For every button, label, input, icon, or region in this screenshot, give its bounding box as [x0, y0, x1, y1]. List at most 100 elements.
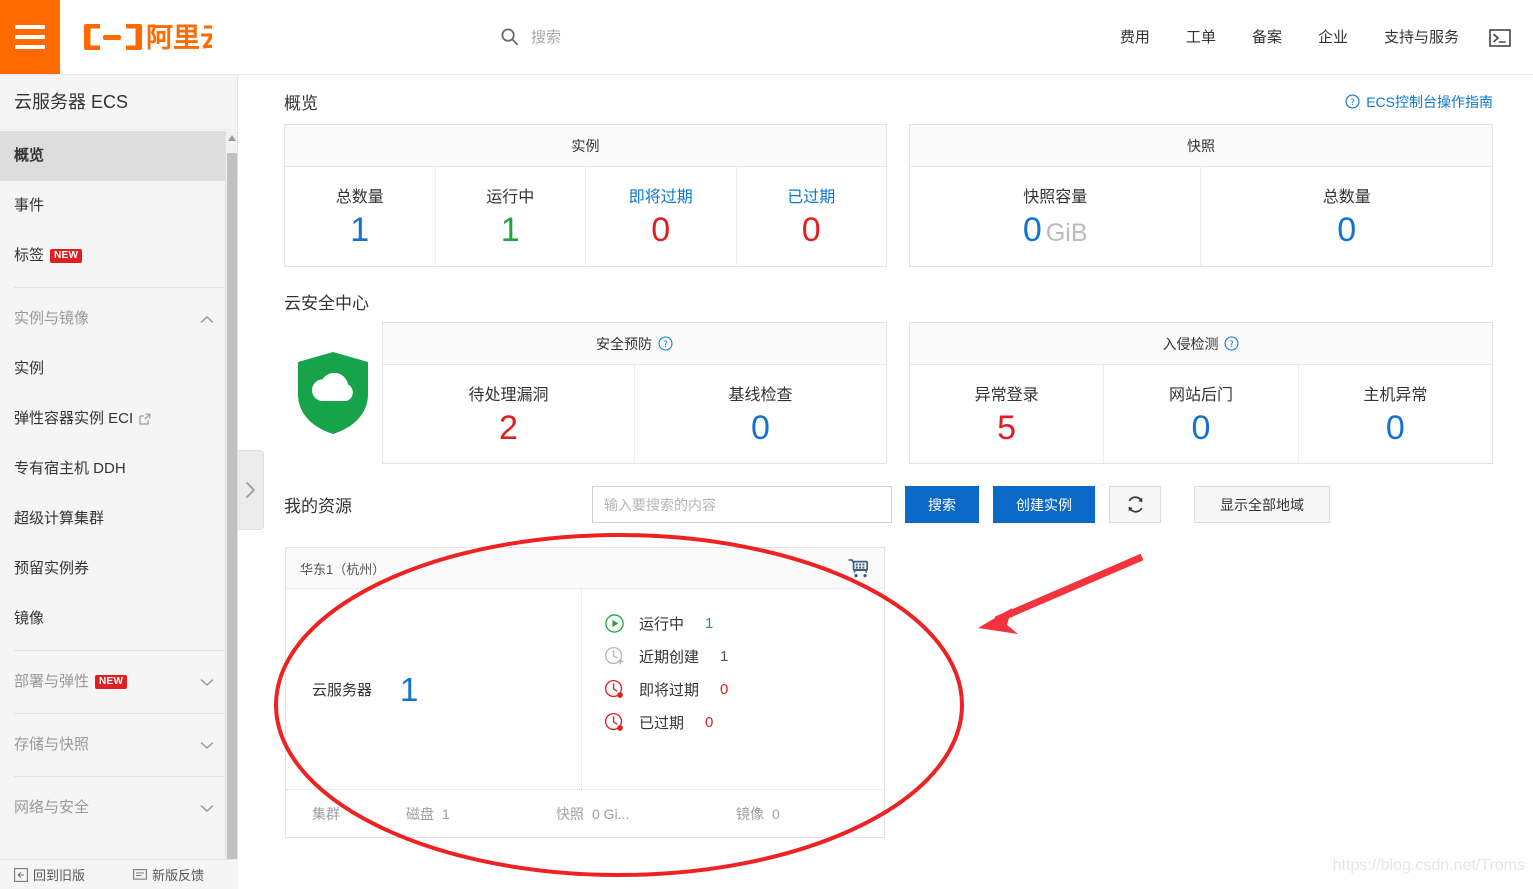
sidebar-item-label: 事件: [14, 197, 45, 214]
chevron-down-icon: [200, 741, 214, 749]
resource-search-input[interactable]: [592, 486, 892, 523]
status-line-expiring[interactable]: 即将过期 0: [604, 677, 884, 701]
sidebar-item-events[interactable]: 事件: [0, 181, 238, 231]
help-circle-icon[interactable]: ?: [658, 336, 673, 351]
shopping-cart-icon[interactable]: [848, 558, 870, 579]
sidebar-divider: [14, 287, 224, 288]
stat-label[interactable]: 即将过期: [586, 183, 736, 207]
sidebar-group-network-security[interactable]: 网络与安全: [0, 783, 238, 833]
sidebar-group-label: 存储与快照: [14, 736, 90, 753]
stat-value: 1: [350, 211, 370, 249]
hamburger-icon[interactable]: [0, 0, 60, 74]
nav-item-fees[interactable]: 费用: [1102, 0, 1168, 75]
card-caption: 入侵检测 ?: [909, 323, 1492, 365]
footer-label: 镜像: [736, 805, 764, 822]
sidebar-group-label: 部署与弹性: [14, 673, 90, 690]
stat-instance-total[interactable]: 总数量 1: [285, 167, 435, 265]
footer-value: 0 Gi...: [592, 805, 630, 822]
sidebar-item-label: 专有宿主机 DDH: [14, 460, 126, 477]
sidebar-item-label: 镜像: [14, 610, 45, 627]
footer-label: 磁盘: [406, 805, 434, 822]
stat-value-wrap: 0 GiB: [910, 213, 1201, 248]
status-label: 近期创建: [639, 648, 700, 666]
header-search[interactable]: 搜索: [500, 26, 561, 47]
stat-value: 0: [1337, 211, 1357, 249]
help-circle-icon[interactable]: ?: [1224, 336, 1239, 351]
security-center-title: 云安全中心: [284, 294, 369, 313]
sidebar-group-deploy-elasticity[interactable]: 部署与弹性 NEW: [0, 657, 238, 707]
stat-instance-expiring[interactable]: 即将过期 0: [585, 167, 736, 265]
sidebar-scrollbar[interactable]: [225, 131, 237, 873]
sidebar-item-overview[interactable]: 概览: [0, 131, 238, 181]
sidebar-item-instances[interactable]: 实例: [0, 344, 238, 394]
stat-baseline-check[interactable]: 基线检查 0: [633, 365, 886, 463]
stat-webshell[interactable]: 网站后门 0: [1103, 365, 1297, 463]
sidebar-item-scc[interactable]: 超级计算集群: [0, 494, 238, 544]
stat-instance-running[interactable]: 运行中 1: [434, 167, 586, 265]
my-resources-toolbar: 我的资源 搜索 创建实例 显示全部地域: [284, 486, 1493, 523]
main-content: 概览 ? ECS控制台操作指南 实例 总数量 1 运行中 1 即将过期 0 已过…: [239, 75, 1533, 889]
search-placeholder: 搜索: [531, 29, 562, 46]
search-icon: [501, 28, 519, 46]
sidebar-scroll-area: 概览 事件 标签 NEW 实例与镜像 实例 弹性容器实例 ECI 专有宿主机 D…: [0, 131, 238, 859]
sidebar-group-storage-snapshots[interactable]: 存储与快照: [0, 720, 238, 770]
footer-item-disks[interactable]: 磁盘 1: [406, 804, 556, 824]
stat-snapshot-capacity[interactable]: 快照容量 0 GiB: [910, 167, 1201, 266]
refresh-button[interactable]: [1109, 486, 1161, 523]
nav-item-enterprise[interactable]: 企业: [1300, 0, 1366, 75]
card-cells: 异常登录 5 网站后门 0 主机异常 0: [910, 365, 1492, 463]
footer-item-images[interactable]: 镜像 0: [736, 804, 780, 824]
terminal-icon[interactable]: [1489, 28, 1511, 47]
sidebar-item-label: 超级计算集群: [14, 510, 105, 527]
stat-snapshot-total[interactable]: 总数量 0: [1200, 167, 1492, 266]
sidebar-collapse-handle[interactable]: [238, 450, 264, 530]
sidebar-item-reserved-instances[interactable]: 预留实例券: [0, 544, 238, 594]
new-version-feedback-button[interactable]: 新版反馈: [119, 865, 238, 884]
scroll-up-arrow-icon[interactable]: [227, 133, 237, 143]
nav-item-tickets[interactable]: 工单: [1168, 0, 1234, 75]
footer-item-clusters[interactable]: 集群: [286, 804, 406, 824]
status-line-recently-created[interactable]: 近期创建 1: [604, 644, 884, 668]
status-line-expired[interactable]: 已过期 0: [604, 710, 884, 734]
sidebar-item-ddh[interactable]: 专有宿主机 DDH: [0, 444, 238, 494]
stat-value: 0: [751, 409, 770, 447]
caption-label: 安全预防: [595, 335, 652, 352]
sidebar-divider: [14, 650, 224, 651]
clock-alert-icon: [604, 679, 623, 698]
status-line-running[interactable]: 运行中 1: [604, 611, 884, 635]
stat-pending-vulnerabilities[interactable]: 待处理漏洞 2: [383, 365, 634, 463]
shield-cloud-icon: [284, 322, 382, 464]
search-button[interactable]: 搜索: [905, 486, 979, 523]
stat-label[interactable]: 已过期: [737, 183, 887, 207]
sidebar-item-label: 弹性容器实例 ECI: [14, 410, 134, 427]
create-instance-button[interactable]: 创建实例: [993, 486, 1095, 523]
show-all-regions-button[interactable]: 显示全部地域: [1194, 486, 1330, 523]
sidebar-footer-label: 新版反馈: [152, 868, 205, 883]
nav-item-icp[interactable]: 备案: [1234, 0, 1300, 75]
feedback-icon: [133, 868, 147, 880]
stat-abnormal-login[interactable]: 异常登录 5: [910, 365, 1103, 463]
sidebar-item-tags[interactable]: 标签 NEW: [0, 231, 238, 281]
stat-label: 网站后门: [1168, 387, 1233, 404]
caption-label: 实例: [571, 137, 600, 154]
sidebar: 云服务器 ECS 概览 事件 标签 NEW 实例与镜像 实例 弹性容器实例 EC…: [0, 75, 238, 889]
intrusion-detection-card: 入侵检测 ? 异常登录 5 网站后门 0 主机异常 0: [908, 322, 1493, 464]
stat-host-anomaly[interactable]: 主机异常 0: [1297, 365, 1492, 463]
nav-item-support[interactable]: 支持与服务: [1366, 0, 1477, 75]
scrollbar-thumb[interactable]: [227, 153, 237, 873]
ecs-console-guide-link[interactable]: ? ECS控制台操作指南: [1345, 92, 1493, 112]
footer-item-snapshots[interactable]: 快照 0 Gi...: [556, 804, 736, 824]
sidebar-group-instances-images[interactable]: 实例与镜像: [0, 294, 238, 344]
back-to-old-version-button[interactable]: 回到旧版: [0, 865, 119, 884]
sidebar-item-eci[interactable]: 弹性容器实例 ECI: [0, 394, 238, 444]
sidebar-title: 云服务器 ECS: [0, 75, 237, 130]
stat-value: 2: [499, 409, 518, 447]
sidebar-group-label: 网络与安全: [14, 799, 90, 816]
aliyun-logo[interactable]: 阿里云: [82, 0, 212, 75]
caption-label: 入侵检测: [1162, 335, 1219, 352]
status-label: 运行中: [639, 615, 685, 633]
stat-instance-expired[interactable]: 已过期 0: [735, 167, 887, 265]
chevron-up-icon: [200, 315, 214, 323]
stat-value: 0: [1191, 409, 1211, 447]
sidebar-item-images[interactable]: 镜像: [0, 594, 238, 644]
